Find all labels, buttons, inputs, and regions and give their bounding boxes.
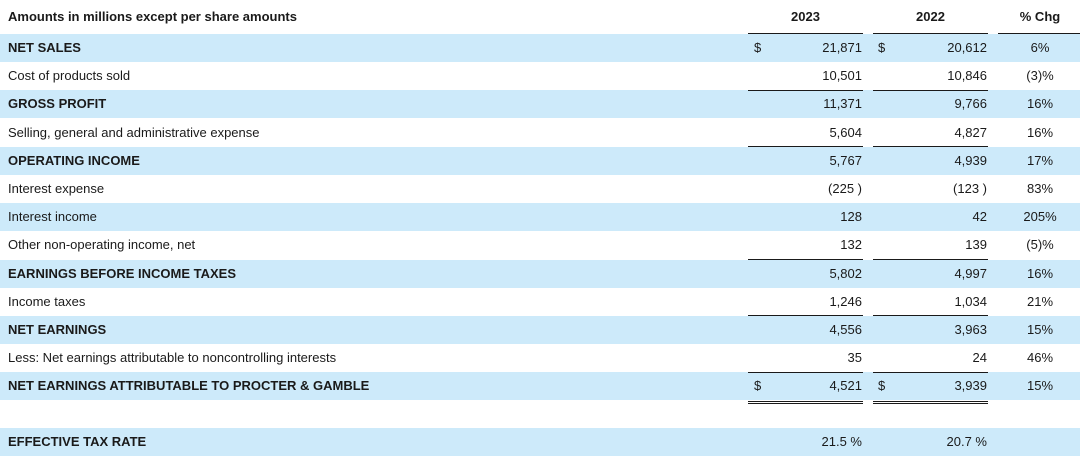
header-row: Amounts in millions except per share amo… [0,3,1080,31]
table-row: NET EARNINGS 4,556 3,963 15% [0,316,1080,344]
total-double-rule-2022 [873,401,988,404]
subtotal-rule-2023 [748,146,863,147]
value-2022: 20,612 [947,40,987,55]
table-title: Amounts in millions except per share amo… [8,9,297,24]
value-2023: 4,521 [829,378,862,394]
table-row: Interest income 128 42 205% [0,203,1080,232]
currency-2022: $ [878,378,886,394]
row-label: Less: Net earnings attributable to nonco… [8,350,337,366]
pct-change: 6% [1030,40,1050,55]
table-row: Selling, general and administrative expe… [0,119,1080,147]
value-2023: 128 [840,209,862,225]
pct-change: 16% [1026,96,1054,112]
value-2023: (225 ) [828,181,862,196]
table-row: Income taxes 1,246 1,034 21% [0,288,1080,316]
pct-change: 21% [1026,293,1054,309]
pct-change: (5)% [1026,237,1054,253]
value-2023: 1,246 [829,293,862,309]
column-header-2023: 2023 [791,9,820,24]
row-label: Interest income [8,209,97,225]
row-label: Cost of products sold [8,68,131,84]
subtotal-rule-2023 [748,90,863,91]
table-row: EARNINGS BEFORE INCOME TAXES 5,802 4,997 16… [0,259,1080,288]
column-header-2022: 2022 [916,9,945,24]
currency-2022: $ [878,40,886,55]
row-label: Interest expense [8,181,105,196]
value-2023: 35 [847,350,862,366]
value-2022: 42 [972,209,987,225]
subtotal-rule-2022 [873,146,988,147]
subtotal-rule-2022 [873,372,988,373]
pct-change: (3)% [1026,68,1054,84]
subtotal-rule-2023 [748,315,863,316]
subtotal-rule-2022 [873,90,988,91]
table-row: GROSS PROFIT 11,371 9,766 16% [0,90,1080,119]
table-row: Less: Net earnings attributable to nonco… [0,344,1080,372]
value-2023: 5,802 [829,265,862,281]
value-2022: 3,963 [954,322,987,337]
value-2022: 9,766 [954,96,987,112]
row-label: GROSS PROFIT [8,96,107,112]
row-label: EARNINGS BEFORE INCOME TAXES [8,265,237,281]
value-2022: 4,827 [954,124,987,140]
row-label: NET EARNINGS [8,322,107,337]
subtotal-rule-2022 [873,315,988,316]
income-statement-table: Amounts in millions except per share amo… [0,0,1080,456]
value-2023: 10,501 [822,68,862,84]
currency-2023: $ [754,378,762,394]
table-row: Cost of products sold 10,501 10,846 (3)% [0,62,1080,90]
row-label: NET SALES [8,40,81,55]
pct-change: 17% [1026,152,1054,168]
value-2023: 11,371 [823,96,862,112]
value-2022: 139 [965,237,987,253]
pct-change: 46% [1026,350,1054,366]
table-row: NET SALES $21,871 $20,612 6% [0,34,1080,62]
value-2023: 5,604 [829,124,862,140]
value-2022: 24 [972,350,987,366]
pct-change: 205% [1023,209,1057,225]
effective-tax-rate-row: EFFECTIVE TAX RATE 21.5 % 20.7 % [0,428,1080,456]
pct-change: 16% [1026,124,1054,140]
value-2022: (123 ) [953,181,987,196]
table-row: Interest expense (225 ) (123 ) 83% [0,175,1080,203]
table-row: NET EARNINGS ATTRIBUTABLE TO PROCTER & G… [0,372,1080,401]
row-label: NET EARNINGS ATTRIBUTABLE TO PROCTER & G… [8,378,370,394]
total-double-rule-2023 [748,401,863,404]
row-label: Income taxes [8,293,86,309]
subtotal-rule-2023 [748,372,863,373]
row-label: OPERATING INCOME [8,152,140,168]
column-header-pct-chg: % Chg [1019,9,1061,24]
value-2023: 5,767 [829,152,862,168]
value-2023: 21.5 % [821,434,862,449]
subtotal-rule-2022 [873,259,988,260]
value-2023: 21,871 [822,40,862,55]
table-row: Other non-operating income, net 132 139 (5)… [0,231,1080,259]
value-2022: 20.7 % [946,434,987,449]
pct-change: 83% [1026,181,1054,196]
subtotal-rule-2023 [748,259,863,260]
row-label: Selling, general and administrative expe… [8,124,260,140]
row-label: EFFECTIVE TAX RATE [8,434,147,449]
currency-2023: $ [754,40,762,55]
pct-change: 16% [1026,265,1054,281]
value-2022: 4,997 [954,265,987,281]
value-2022: 4,939 [954,152,987,168]
pct-change: 15% [1026,322,1054,337]
value-2023: 4,556 [829,322,862,337]
pct-change: 15% [1026,378,1054,394]
value-2022: 1,034 [954,293,987,309]
value-2022: 3,939 [954,378,987,394]
row-label: Other non-operating income, net [8,237,196,253]
table-row: OPERATING INCOME 5,767 4,939 17% [0,146,1080,175]
value-2023: 132 [840,237,862,253]
value-2022: 10,846 [947,68,987,84]
